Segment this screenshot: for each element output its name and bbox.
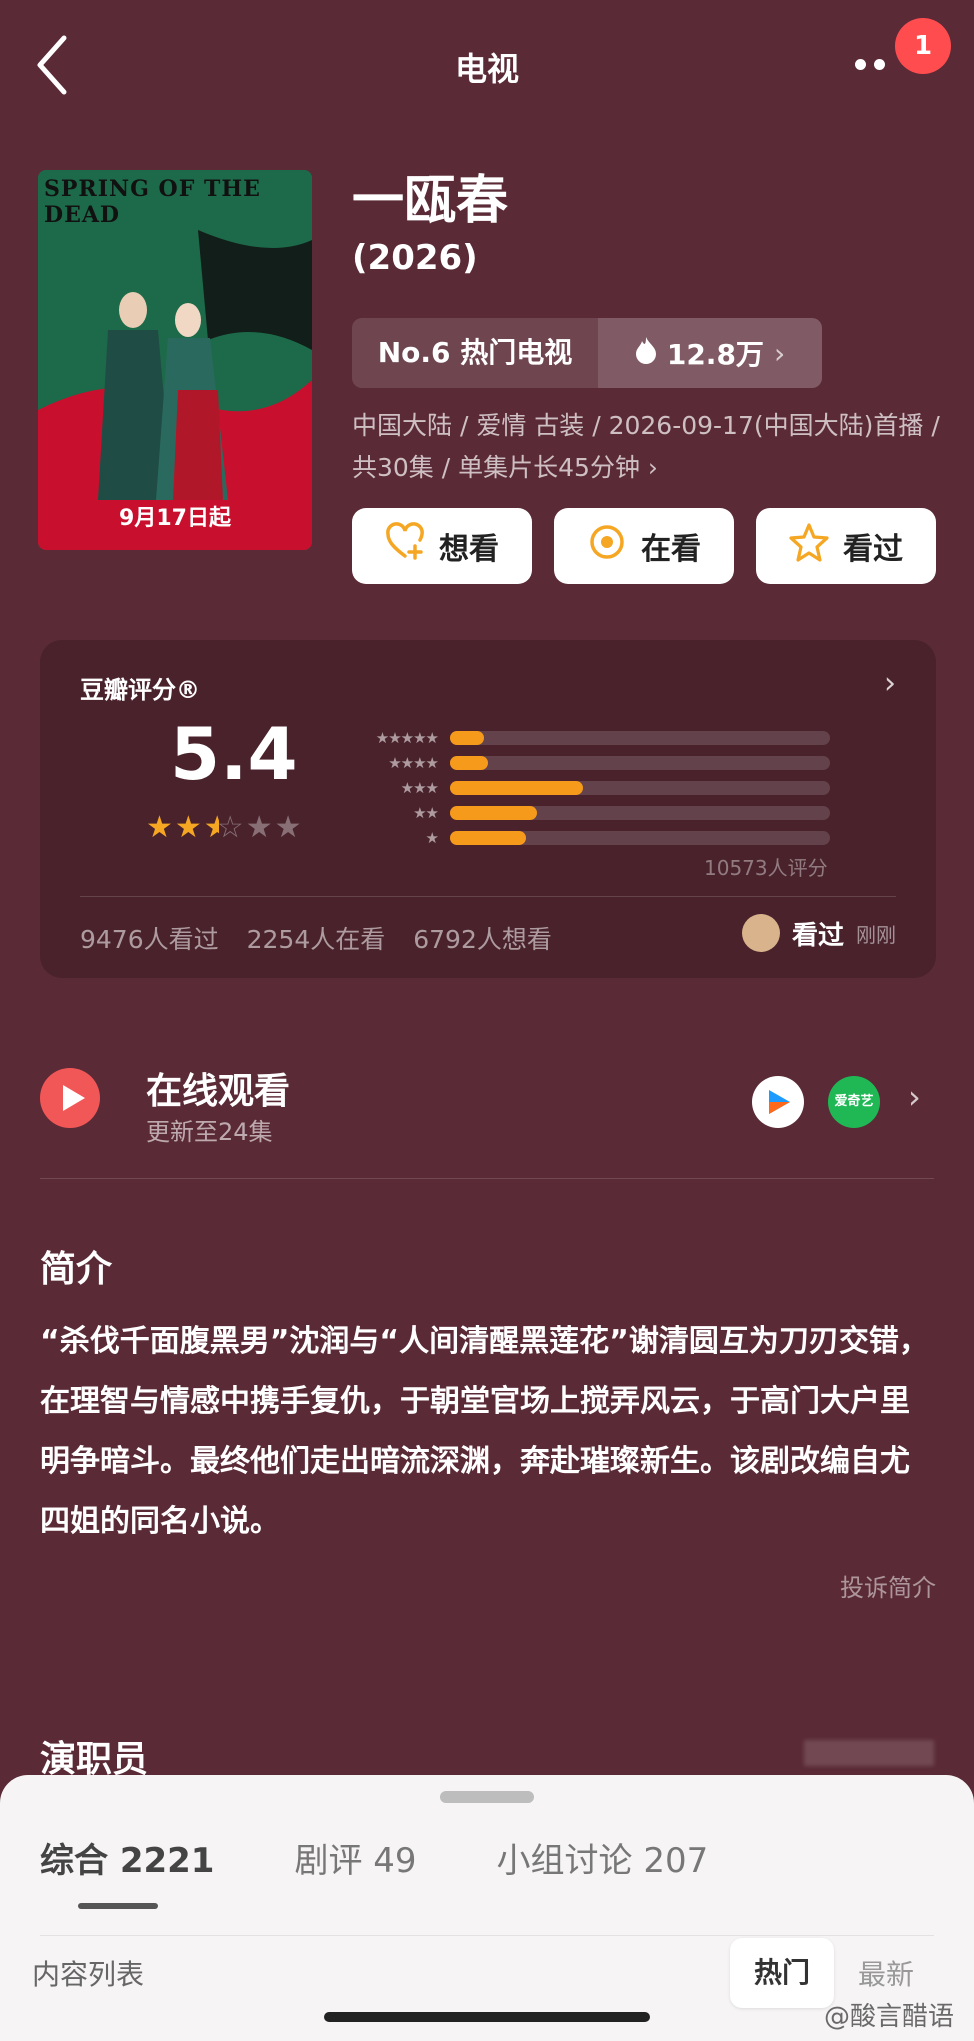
heat-value: 12.8万 [666, 338, 764, 371]
page-title: 电视 [454, 50, 519, 88]
tab-indicator [78, 1903, 158, 1909]
tab-overall[interactable]: 综合 2221 [40, 1833, 214, 1882]
watching-button[interactable]: 在看 [554, 508, 734, 584]
tab-reviews[interactable]: 剧评 49 [294, 1833, 416, 1882]
play-icon [40, 1068, 100, 1128]
tab-group-discussion[interactable]: 小组讨论 207 [497, 1833, 709, 1882]
rating-bar-row: ★★★★★ [340, 726, 840, 750]
watching-label: 在看 [641, 532, 701, 567]
cast-more-blurred[interactable] [804, 1740, 934, 1766]
online-watch[interactable]: 在线观看 更新至24集 爱奇艺 › [40, 1040, 940, 1146]
sort-hot-button[interactable]: 热门 [730, 1938, 834, 2008]
rating-bar-track [450, 781, 830, 795]
show-year: (2026) [352, 238, 478, 278]
heat-section[interactable]: 12.8万 › [598, 318, 822, 388]
want-button[interactable]: 想看 [352, 508, 532, 584]
heart-plus-icon [385, 522, 425, 570]
watch-title: 在线观看 [146, 1071, 291, 1112]
rating-bar-stars: ★★★ [400, 779, 439, 797]
user-status-label: 看过 [791, 920, 844, 951]
rank-box[interactable]: No.6 热门电视 12.8万 › [352, 318, 822, 388]
content-list-title: 内容列表 [32, 1958, 145, 1991]
show-meta[interactable]: 中国大陆 / 爱情 古装 / 2026-09-17(中国大陆)首播 / 共30集… [352, 405, 952, 489]
chevron-right-icon[interactable]: › [908, 1078, 921, 1116]
rating-stars: ★★★☆★★ [146, 810, 304, 845]
rating-bar-fill [450, 756, 488, 770]
user-status-time: 刚刚 [856, 922, 896, 947]
rating-bar-row: ★ [340, 826, 840, 850]
rating-bar-track [450, 806, 830, 820]
report-intro-link[interactable]: 投诉简介 [840, 1568, 936, 1603]
rating-bar-stars: ★★★★ [388, 754, 439, 772]
show-name: 一瓯春 [352, 171, 509, 231]
watched-label: 看过 [843, 532, 903, 567]
rating-bar-stars: ★★★★★ [375, 729, 439, 747]
rating-bar-fill [450, 806, 538, 820]
notification-badge[interactable]: 1 [895, 18, 951, 74]
chevron-right-icon[interactable]: › [884, 666, 896, 701]
star-icon [789, 522, 829, 570]
watch-stats: 9476人看过 2254人在看 6792人想看 [80, 920, 552, 956]
watched-count[interactable]: 9476人看过 [80, 920, 219, 956]
rating-bar-stars: ★★ [413, 804, 439, 822]
iqiyi-icon[interactable]: 爱奇艺 [828, 1076, 880, 1128]
watermark: @酸言醋语 [823, 2002, 954, 2032]
drag-handle[interactable] [440, 1791, 534, 1803]
rank-label: No.6 热门电视 [377, 336, 573, 369]
rating-bar-track [450, 756, 830, 770]
rating-bar-row: ★★★ [340, 776, 840, 800]
poster-date: 9月17日起 [119, 506, 231, 531]
watch-subtitle: 更新至24集 [146, 1118, 273, 1146]
avatar [741, 914, 780, 952]
want-count[interactable]: 6792人想看 [413, 920, 552, 956]
action-buttons: 想看 在看 看过 [352, 508, 952, 584]
home-indicator [324, 2012, 650, 2022]
sort-new-button[interactable]: 最新 [834, 1953, 938, 1993]
rating-count: 10573人评分 [704, 856, 828, 880]
sheet-tabs: 综合 2221 剧评 49 小组讨论 207 [40, 1833, 708, 1882]
rating-bar-fill [450, 831, 526, 845]
intro-heading: 简介 [40, 1249, 113, 1290]
intro-text: “杀伐千面腹黑男”沈润与“人间清醒黑莲花”谢清圆互为刀刃交错，在理智与情感中携手… [40, 1324, 929, 1539]
rating-score: 5.4 [170, 712, 298, 796]
poster-image[interactable]: SPRING OF THE DEAD 9月17日起 [38, 170, 312, 550]
rating-bar-track [450, 731, 830, 745]
rating-card[interactable]: 豆瓣评分® › 5.4 ★★★☆★★ ★★★★★★★★★★★★★★★ 10573… [40, 640, 936, 978]
video-platform-icon[interactable] [752, 1076, 804, 1128]
rating-bar-track [450, 831, 830, 845]
rating-bar-stars: ★ [425, 829, 439, 847]
target-icon [587, 522, 627, 570]
watching-count[interactable]: 2254人在看 [247, 920, 386, 956]
rating-bar-row: ★★★★ [340, 751, 840, 775]
rating-bar-row: ★★ [340, 801, 840, 825]
rating-title: 豆瓣评分® [80, 676, 200, 704]
rating-bar-fill [450, 781, 583, 795]
divider [80, 896, 896, 897]
want-label: 想看 [439, 532, 499, 567]
rating-distribution: ★★★★★ ★★★★ ★★★ ★★ ★ [340, 726, 840, 851]
user-status[interactable]: 看过 刚刚 [741, 914, 896, 952]
divider [40, 1178, 934, 1179]
watched-button[interactable]: 看过 [756, 508, 936, 584]
top-bar: 电视 1 [0, 0, 974, 130]
show-info: 一瓯春 (2026) [352, 170, 952, 278]
fire-icon [635, 336, 657, 371]
poster-title: SPRING OF THE DEAD [44, 176, 261, 228]
rating-bar-fill [450, 731, 485, 745]
chevron-right-icon: › [773, 336, 786, 370]
